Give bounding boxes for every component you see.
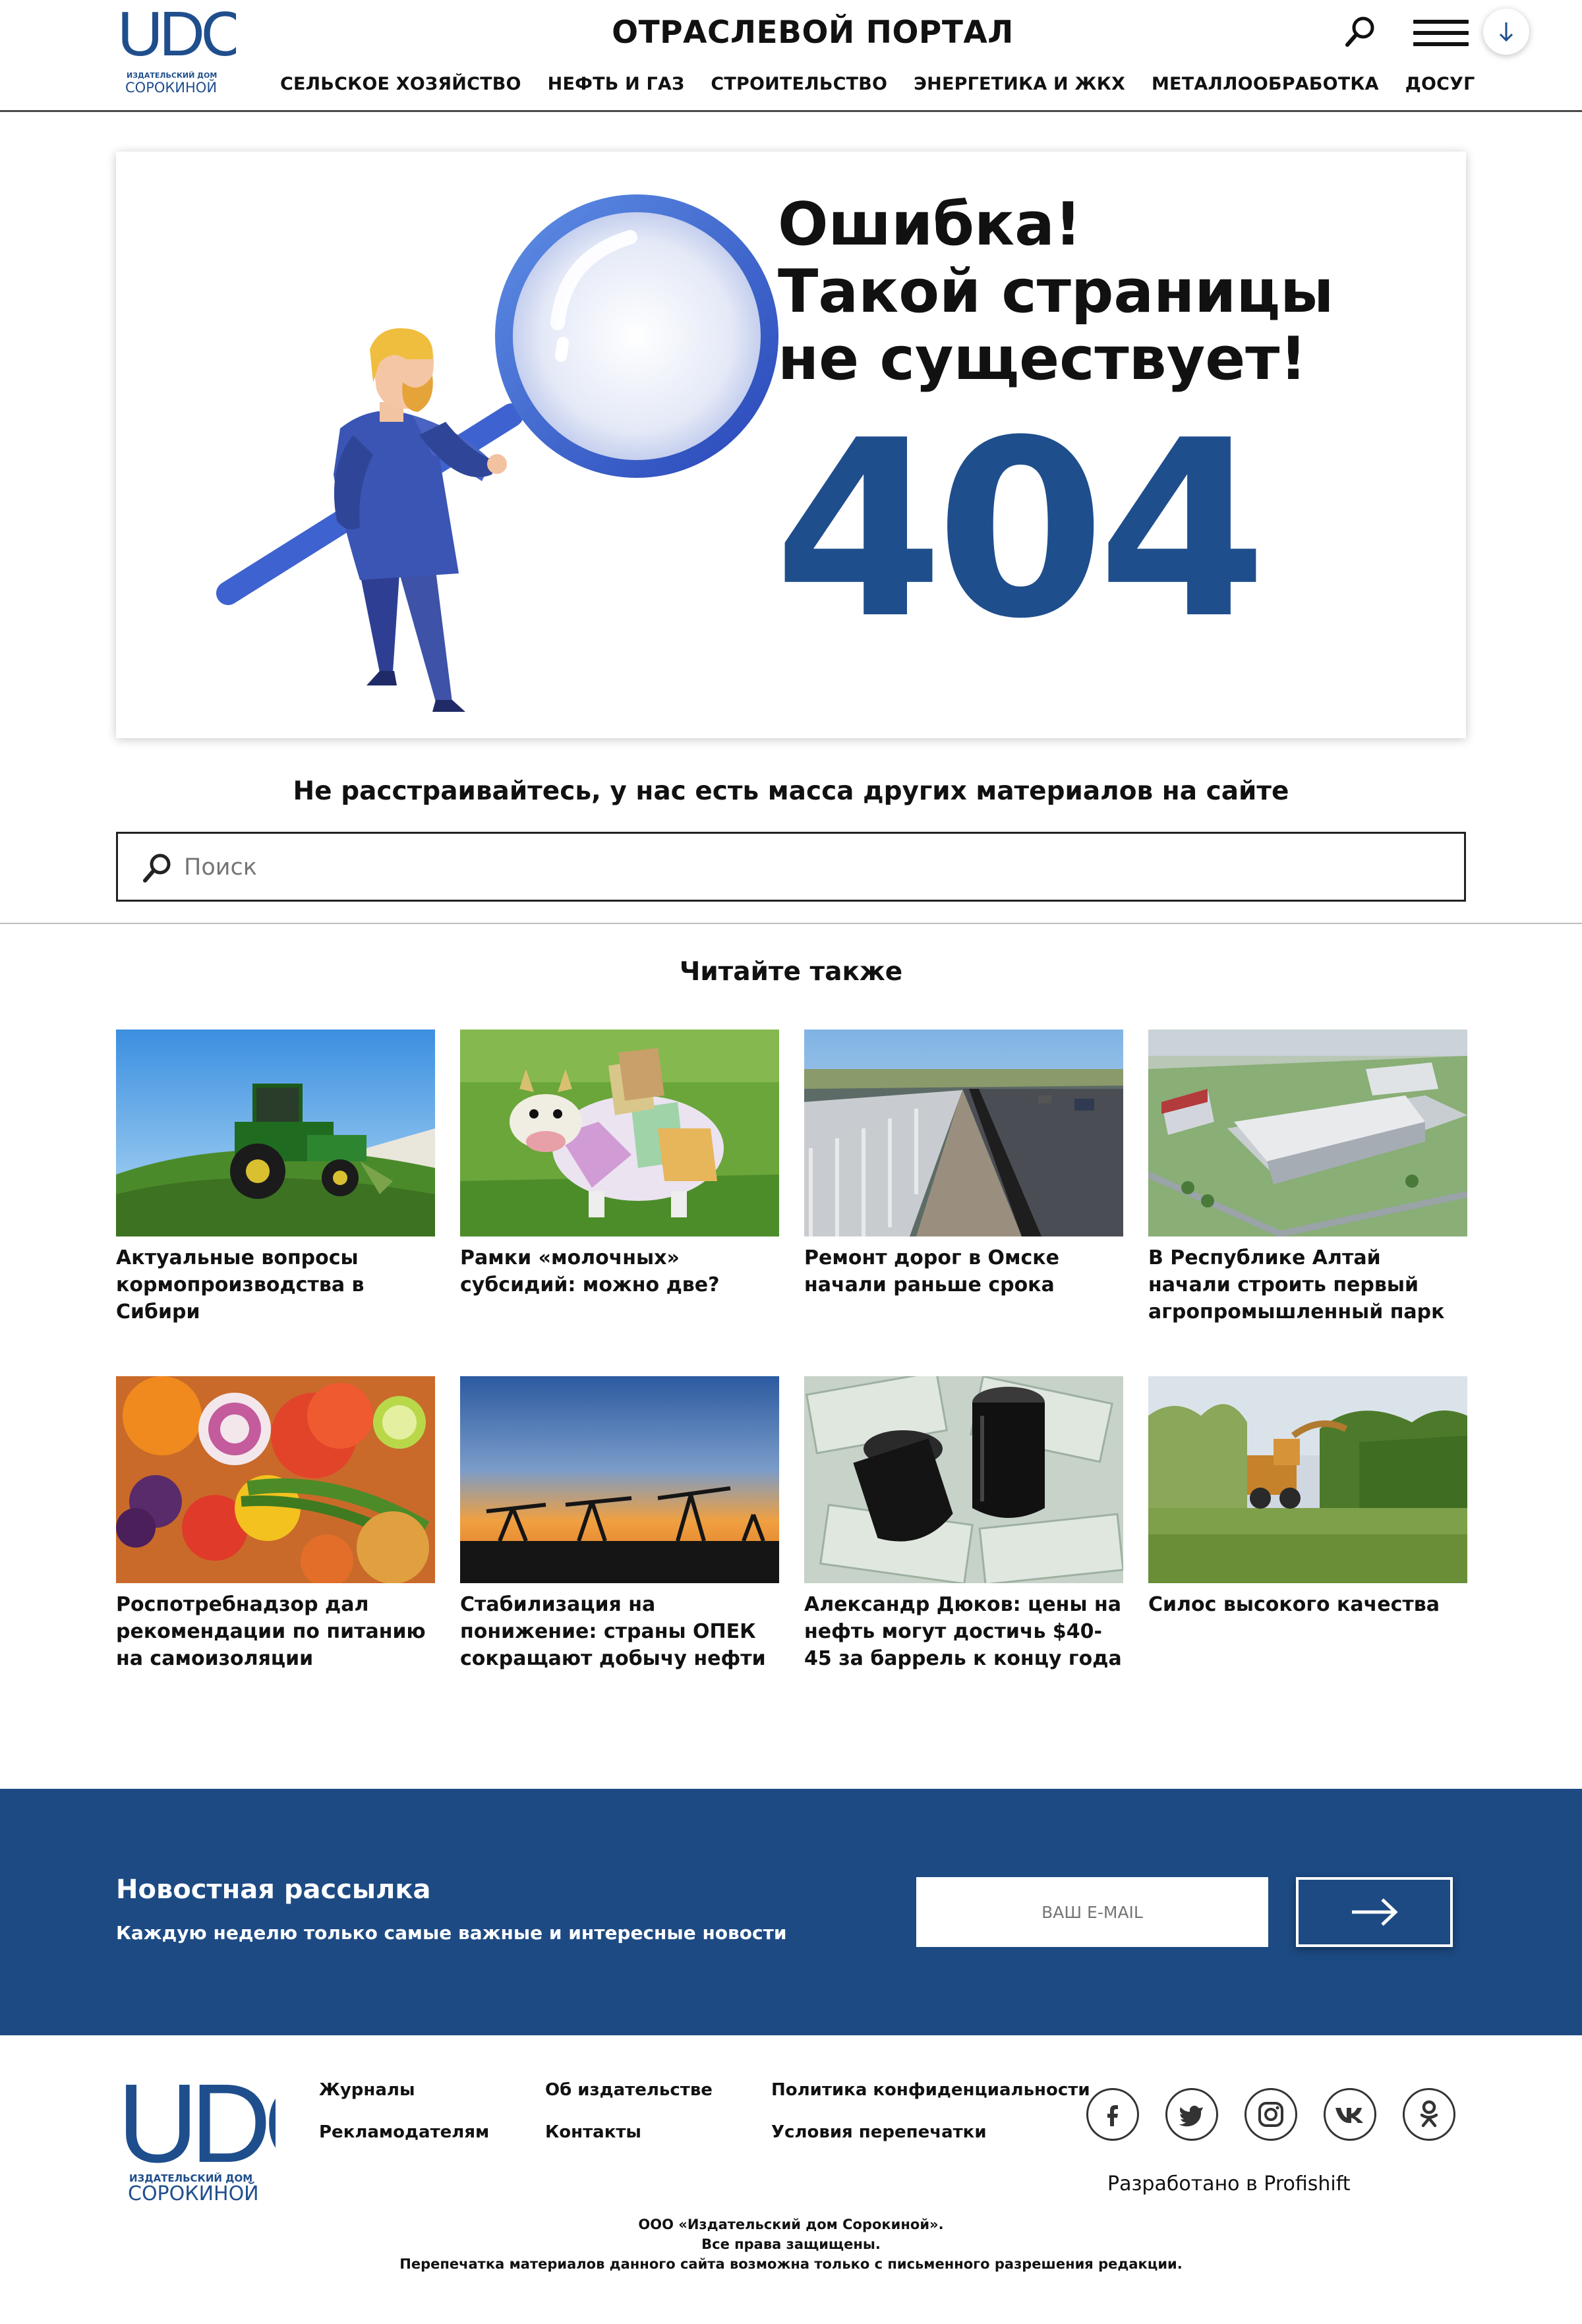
article-image[interactable] <box>1148 1030 1467 1236</box>
article-card[interactable]: Александр Дюков: цены на нефть могут дос… <box>804 1376 1123 1672</box>
arrow-down-icon <box>1499 22 1513 42</box>
footer-link-reprint-terms[interactable]: Условия перепечатки <box>771 2122 987 2142</box>
nav-item-leisure[interactable]: ДОСУГ <box>1405 74 1475 94</box>
search-icon <box>143 854 171 883</box>
article-image[interactable] <box>116 1376 435 1583</box>
cow-piggybank-image <box>460 1030 779 1236</box>
download-button[interactable] <box>1483 9 1529 55</box>
error-heading-line-1: Ошибка! <box>778 190 1082 259</box>
nav-item-agriculture[interactable]: СЕЛЬСКОЕ ХОЗЯЙСТВО <box>280 74 521 94</box>
suggest-text: Не расстраивайтесь, у нас есть масса дру… <box>293 776 1289 806</box>
logo-name-text: СОРОКИНОЙ <box>125 79 217 96</box>
nav-item-oil-gas[interactable]: НЕФТЬ И ГАЗ <box>548 74 685 94</box>
search-input[interactable] <box>184 847 1436 888</box>
search-field[interactable] <box>116 832 1466 902</box>
article-title[interactable]: Стабилизация на понижение: страны ОПЕК с… <box>460 1591 779 1672</box>
article-title[interactable]: Роспотребнадзор дал рекомендации по пита… <box>116 1591 435 1672</box>
error-heading: Ошибка! Такой страницы не существует! <box>778 191 1437 393</box>
footer-link-magazines[interactable]: Журналы <box>319 2080 415 2100</box>
twitter-link[interactable] <box>1165 2088 1218 2141</box>
article-title[interactable]: Ремонт дорог в Омске начали раньше срока <box>804 1244 1123 1298</box>
developer-credit[interactable]: Разработано в Profishift <box>1107 2172 1351 2195</box>
menu-icon[interactable] <box>1413 20 1469 46</box>
vk-icon <box>1335 2108 1363 2123</box>
magnifier-man-illustration <box>216 194 778 712</box>
article-image[interactable] <box>1148 1376 1467 1583</box>
odnoklassniki-link[interactable] <box>1403 2088 1455 2141</box>
error-heading-line-2: Такой страницы <box>778 257 1334 326</box>
error-card: Ошибка! Такой страницы не существует! 40… <box>116 152 1466 738</box>
article-image[interactable] <box>460 1030 779 1236</box>
article-card[interactable]: Стабилизация на понижение: страны ОПЕК с… <box>460 1376 779 1672</box>
nav-item-construction[interactable]: СТРОИТЕЛЬСТВО <box>711 74 887 94</box>
footer-logo-mark-text: UDC <box>117 2076 276 2186</box>
site-header: UDC ИЗДАТЕЛЬСКИЙ ДОМ СОРОКИНОЙ ОТРАСЛЕВО… <box>0 0 1582 112</box>
article-image[interactable] <box>460 1376 779 1583</box>
agro-park-render-image <box>1148 1030 1467 1236</box>
copyright-line-1: ООО «Издательский дом Сорокиной». <box>638 2217 944 2232</box>
article-title[interactable]: Актуальные вопросы кормопроизводства в С… <box>116 1244 435 1325</box>
newsletter-email-input[interactable] <box>916 1877 1268 1947</box>
article-title[interactable]: Рамки «молочных» субсидий: можно две? <box>460 1244 779 1298</box>
footer-link-advertisers[interactable]: Рекламодателям <box>319 2122 489 2142</box>
odnoklassniki-icon <box>1420 2100 1438 2128</box>
article-title[interactable]: Силос высокого качества <box>1148 1591 1467 1618</box>
instagram-link[interactable] <box>1245 2088 1297 2141</box>
read-also-title: Читайте также <box>679 957 903 987</box>
search-icon[interactable] <box>1343 15 1378 49</box>
copyright-line-3: Перепечатка материалов данного сайта воз… <box>399 2256 1183 2272</box>
error-heading-line-3: не существует! <box>778 324 1307 393</box>
footer-udc-logo[interactable]: UDC ИЗДАТЕЛЬСКИЙ ДОМ СОРОКИНОЙ <box>117 2076 276 2205</box>
article-card[interactable]: Рамки «молочных» субсидий: можно две? <box>460 1030 779 1298</box>
article-card[interactable]: Силос высокого качества <box>1148 1376 1467 1618</box>
newsletter-subtitle: Каждую неделю только самые важные и инте… <box>116 1922 787 1944</box>
instagram-icon <box>1258 2102 1283 2127</box>
error-code: 404 <box>774 389 1267 672</box>
copyright: ООО «Издательский дом Сорокиной». Все пр… <box>0 2215 1582 2274</box>
tractor-image <box>116 1030 435 1236</box>
footer-logo-name-text: СОРОКИНОЙ <box>128 2182 259 2205</box>
facebook-link[interactable] <box>1086 2088 1139 2141</box>
article-card[interactable]: Роспотребнадзор дал рекомендации по пита… <box>116 1376 435 1672</box>
nav-item-metalworking[interactable]: МЕТАЛЛООБРАБОТКА <box>1152 74 1379 94</box>
footer-link-about[interactable]: Об издательстве <box>545 2080 713 2100</box>
article-image[interactable] <box>804 1376 1123 1583</box>
newsletter-submit-button[interactable] <box>1296 1877 1453 1947</box>
oil-pumps-sunset-image <box>460 1376 779 1583</box>
oil-barrels-money-image <box>804 1376 1123 1583</box>
article-card[interactable]: Ремонт дорог в Омске начали раньше срока <box>804 1030 1123 1298</box>
copyright-line-2: Все права защищены. <box>701 2236 881 2252</box>
article-title[interactable]: В Республике Алтай начали строить первый… <box>1148 1244 1467 1325</box>
newsletter-section: Новостная рассылка Каждую неделю только … <box>0 1789 1582 2035</box>
article-image[interactable] <box>116 1030 435 1236</box>
main-nav: СЕЛЬСКОЕ ХОЗЯЙСТВО НЕФТЬ И ГАЗ СТРОИТЕЛЬ… <box>280 74 1502 94</box>
nav-item-energy[interactable]: ЭНЕРГЕТИКА И ЖКХ <box>914 74 1125 94</box>
footer-link-privacy[interactable]: Политика конфиденциальности <box>771 2080 1090 2100</box>
article-title[interactable]: Александр Дюков: цены на нефть могут дос… <box>804 1591 1123 1672</box>
silage-harvest-image <box>1148 1376 1467 1583</box>
section-divider <box>0 923 1582 924</box>
article-card[interactable]: Актуальные вопросы кормопроизводства в С… <box>116 1030 435 1325</box>
twitter-icon <box>1179 2105 1203 2127</box>
article-image[interactable] <box>804 1030 1123 1236</box>
logo-publisher-text: ИЗДАТЕЛЬСКИЙ ДОМ <box>127 71 217 80</box>
newsletter-title: Новостная рассылка <box>116 1874 431 1905</box>
road-bridge-image <box>804 1030 1123 1236</box>
facebook-icon <box>1107 2105 1118 2126</box>
arrow-right-icon <box>1352 1898 1398 1926</box>
vk-link[interactable] <box>1324 2088 1376 2141</box>
vegetables-image <box>116 1376 435 1583</box>
article-card[interactable]: В Республике Алтай начали строить первый… <box>1148 1030 1467 1325</box>
footer-link-contacts[interactable]: Контакты <box>545 2122 641 2142</box>
